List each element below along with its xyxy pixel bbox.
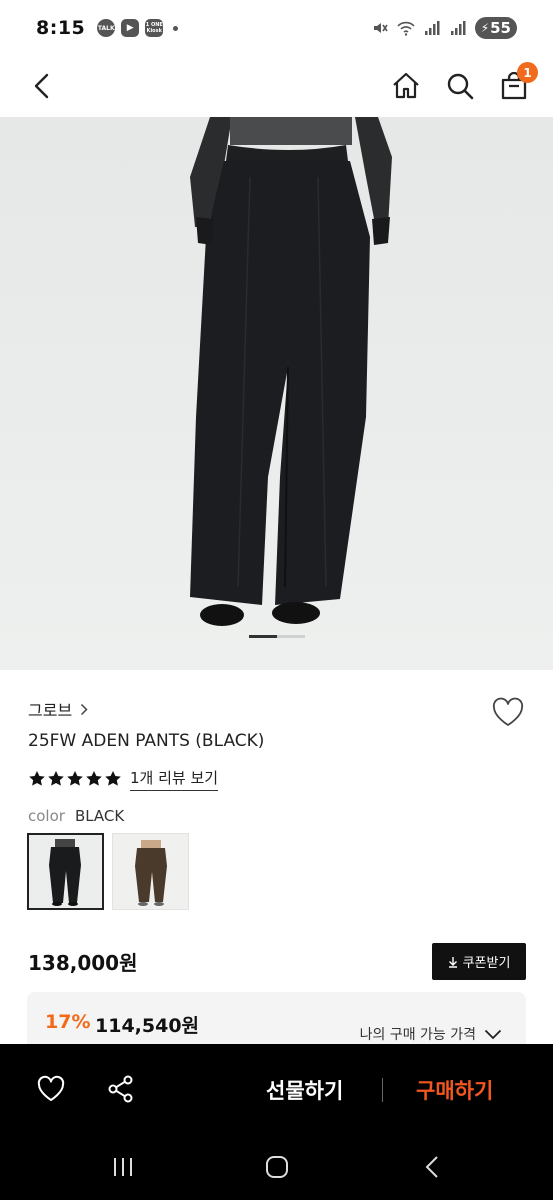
brand-name: 그로브 — [28, 701, 73, 720]
mute-icon — [373, 23, 388, 33]
bottom-action-bar: 선물하기 구매하기 — [0, 1044, 553, 1136]
buy-button[interactable]: 구매하기 — [416, 1075, 493, 1105]
status-time: 8:15 — [36, 17, 86, 39]
star-icon — [29, 771, 45, 786]
review-link[interactable]: 1개 리뷰 보기 — [130, 767, 219, 791]
brand-link[interactable]: 그로브 — [28, 697, 88, 721]
more-notifications-dot — [173, 25, 179, 31]
my-price-toggle[interactable]: 나의 구매 가능 가격 — [360, 1024, 502, 1044]
discount-price: 114,540원 — [95, 1015, 200, 1037]
star-icon — [105, 771, 121, 786]
signal-icon — [424, 21, 440, 35]
youtube-icon: ▶ — [121, 19, 140, 37]
star-rating — [28, 770, 122, 788]
swatch-black-image — [29, 835, 102, 908]
wishlist-button[interactable] — [491, 696, 525, 730]
status-bar: 8:15 TALK ▶ 1 ONE Kiosk ⚡ 55 — [0, 0, 553, 56]
star-icon — [86, 771, 102, 786]
coupon-button[interactable]: 쿠폰받기 — [432, 943, 526, 980]
wishlist-bar-heart-icon[interactable] — [36, 1074, 66, 1104]
home-icon — [393, 72, 419, 99]
heart-icon — [492, 697, 524, 726]
back-icon — [34, 73, 49, 99]
chevron-down-icon — [484, 1029, 502, 1039]
star-icon — [67, 771, 83, 786]
chevron-right-icon — [81, 703, 88, 715]
color-value: BLACK — [74, 807, 125, 825]
original-price: 138,000원 — [28, 951, 138, 975]
system-navigation-bar — [0, 1136, 553, 1200]
product-title: 25FW ADEN PANTS (BLACK) — [28, 731, 265, 751]
action-divider — [382, 1078, 383, 1102]
download-icon — [448, 956, 457, 968]
swatch-brown-image — [113, 834, 188, 909]
product-photo — [0, 117, 553, 670]
carousel-dot-active — [249, 635, 277, 638]
back-button[interactable] — [28, 72, 56, 100]
home-button[interactable] — [391, 71, 421, 101]
recent-apps-icon[interactable] — [110, 1154, 136, 1180]
kakaotalk-icon: TALK — [97, 19, 116, 37]
cart-button[interactable]: 1 — [499, 62, 538, 101]
swatch-black[interactable] — [27, 833, 104, 910]
star-icon — [48, 771, 64, 786]
coupon-label: 쿠폰받기 — [462, 956, 511, 971]
discount-box: 17% 114,540원 나의 구매 가능 가격 — [27, 992, 526, 1052]
product-image-carousel[interactable] — [0, 117, 553, 670]
my-price-label: 나의 구매 가능 가격 — [359, 1027, 476, 1043]
kiosk-icon: 1 ONE Kiosk — [145, 19, 164, 37]
status-app-icons: TALK ▶ 1 ONE Kiosk — [97, 19, 179, 37]
color-swatches — [27, 833, 189, 910]
gift-button[interactable]: 선물하기 — [266, 1075, 343, 1105]
search-button[interactable] — [445, 71, 475, 101]
rating-row: 1개 리뷰 보기 — [28, 767, 219, 791]
app-header: 1 — [0, 56, 553, 116]
home-nav-icon[interactable] — [264, 1154, 290, 1180]
swatch-brown[interactable] — [112, 833, 189, 910]
battery-charging-icon: ⚡ — [480, 21, 490, 35]
header-actions: 1 — [391, 62, 538, 101]
discount-percent: 17% — [45, 1011, 91, 1033]
carousel-indicator — [249, 635, 305, 638]
share-icon[interactable] — [106, 1074, 136, 1104]
signal-roaming-icon — [450, 21, 466, 35]
battery-indicator: ⚡ 55 — [474, 17, 517, 39]
search-icon — [447, 73, 474, 100]
battery-level: 55 — [490, 19, 511, 37]
color-label: color — [28, 807, 65, 825]
status-system-icons: ⚡ 55 — [371, 17, 517, 39]
color-row: color BLACK — [28, 807, 124, 825]
wifi-icon — [397, 21, 415, 36]
back-nav-icon[interactable] — [420, 1154, 446, 1180]
carousel-dot — [277, 635, 305, 638]
cart-count-badge: 1 — [517, 62, 538, 83]
